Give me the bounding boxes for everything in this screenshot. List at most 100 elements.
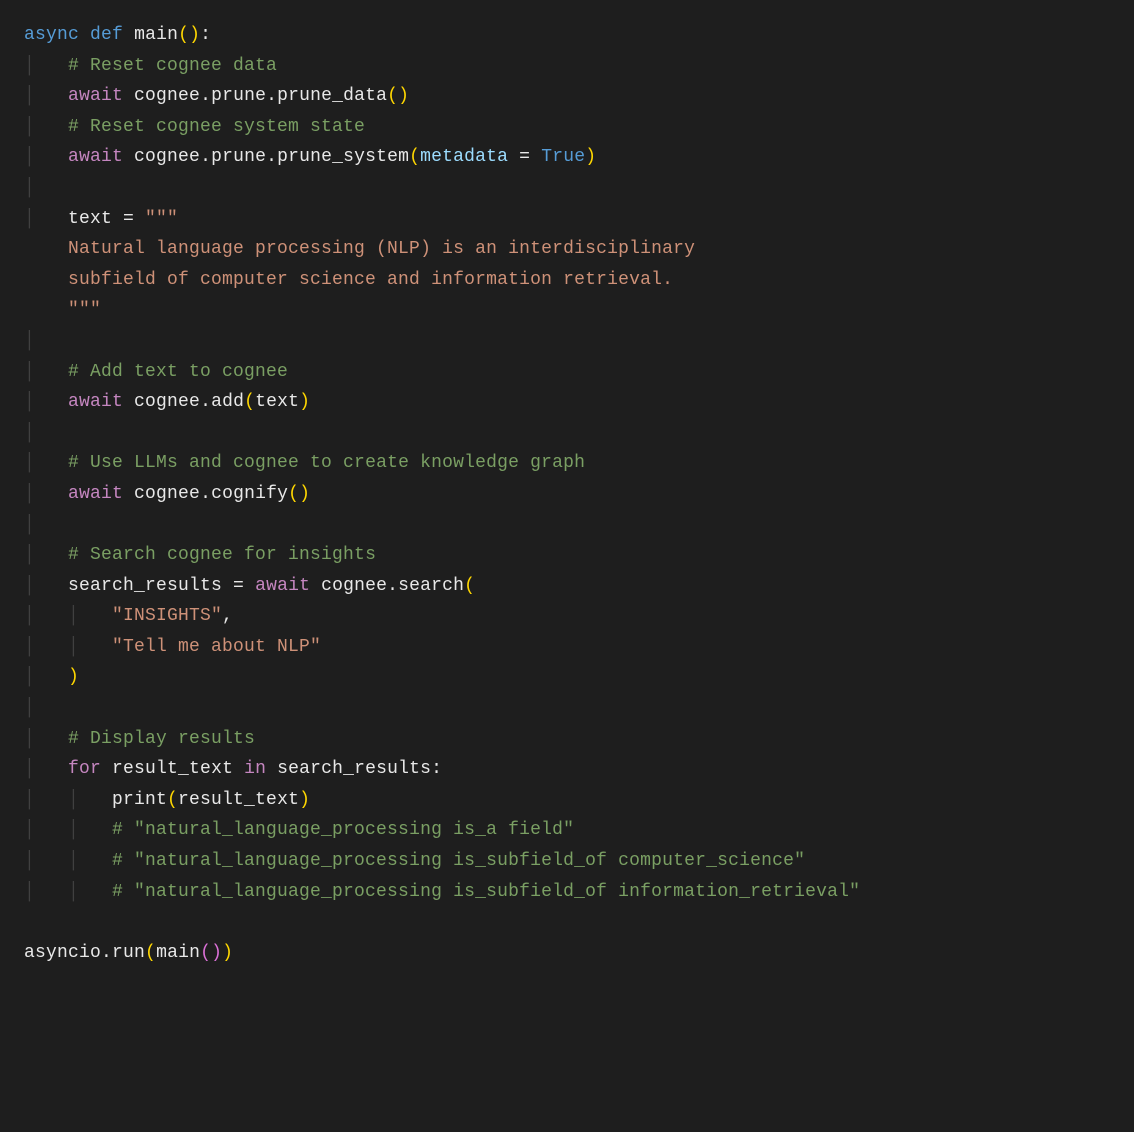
keyword-def: def: [90, 25, 123, 45]
code-line-24: │ # Display results: [24, 724, 1110, 755]
paren: (: [145, 943, 156, 963]
code-editor: async def main(): │ # Reset cognee data …: [24, 20, 1110, 968]
code-line-13: │ await cognee.add(text): [24, 387, 1110, 418]
comment: # Display results: [68, 729, 255, 749]
paren: ): [398, 86, 409, 106]
method: search: [398, 576, 464, 596]
code-line-19: │ search_results = await cognee.search(: [24, 571, 1110, 602]
keyword-await: await: [68, 484, 123, 504]
paren: ): [68, 667, 79, 687]
string: "Tell me about NLP": [112, 637, 321, 657]
variable: search_results: [68, 576, 222, 596]
comment: # Reset cognee data: [68, 56, 277, 76]
string-quotes: """: [145, 209, 178, 229]
equals: =: [112, 209, 145, 229]
code-line-2: │ # Reset cognee data: [24, 51, 1110, 82]
keyword-async: async: [24, 25, 79, 45]
code-line-5: │ await cognee.prune.prune_system(metada…: [24, 142, 1110, 173]
paren: (: [244, 392, 255, 412]
object: cognee: [134, 484, 200, 504]
iterable: search_results: [277, 759, 431, 779]
paren: ): [585, 147, 596, 167]
comma: ,: [222, 606, 233, 626]
comment: # "natural_language_processing is_subfie…: [112, 882, 860, 902]
code-line-18: │ # Search cognee for insights: [24, 540, 1110, 571]
keyword-await: await: [68, 147, 123, 167]
argument: result_text: [178, 790, 299, 810]
parameter: metadata: [420, 147, 508, 167]
code-line-22: │ ): [24, 662, 1110, 693]
variable: result_text: [112, 759, 233, 779]
comment: # "natural_language_processing is_a fiel…: [112, 820, 574, 840]
object: asyncio: [24, 943, 101, 963]
method: add: [211, 392, 244, 412]
string-content: Natural language processing (NLP) is an …: [24, 239, 695, 259]
method: cognify: [211, 484, 288, 504]
code-line-31: asyncio.run(main()): [24, 938, 1110, 969]
blank-line: │: [24, 510, 1110, 541]
keyword-for: for: [68, 759, 101, 779]
object: cognee: [134, 86, 200, 106]
code-line-28: │ │ # "natural_language_processing is_su…: [24, 846, 1110, 877]
blank-line: │: [24, 693, 1110, 724]
code-line-8: Natural language processing (NLP) is an …: [24, 234, 1110, 265]
keyword-in: in: [244, 759, 266, 779]
keyword-await: await: [68, 86, 123, 106]
paren: ): [299, 790, 310, 810]
paren-open: (: [178, 25, 189, 45]
code-line-7: │ text = """: [24, 204, 1110, 235]
paren: (: [288, 484, 299, 504]
code-line-21: │ │ "Tell me about NLP": [24, 632, 1110, 663]
method: run: [112, 943, 145, 963]
code-line-9: subfield of computer science and informa…: [24, 265, 1110, 296]
code-line-29: │ │ # "natural_language_processing is_su…: [24, 877, 1110, 908]
blank-line: [24, 907, 1110, 938]
keyword-await: await: [68, 392, 123, 412]
paren: (: [167, 790, 178, 810]
comment: # Add text to cognee: [68, 362, 288, 382]
paren: (: [409, 147, 420, 167]
blank-line: │: [24, 326, 1110, 357]
method: prune_system: [277, 147, 409, 167]
code-line-26: │ │ print(result_text): [24, 785, 1110, 816]
code-line-15: │ # Use LLMs and cognee to create knowle…: [24, 448, 1110, 479]
comment: # Reset cognee system state: [68, 117, 365, 137]
paren: ): [299, 392, 310, 412]
code-line-12: │ # Add text to cognee: [24, 357, 1110, 388]
argument: text: [255, 392, 299, 412]
function-name: main: [134, 25, 178, 45]
code-line-10: """: [24, 295, 1110, 326]
colon: :: [200, 25, 211, 45]
paren-close: ): [189, 25, 200, 45]
paren: ): [211, 943, 222, 963]
function-call: print: [112, 790, 167, 810]
variable: text: [68, 209, 112, 229]
code-line-20: │ │ "INSIGHTS",: [24, 601, 1110, 632]
blank-line: │: [24, 418, 1110, 449]
blank-line: │: [24, 173, 1110, 204]
object: cognee: [134, 392, 200, 412]
string-content: subfield of computer science and informa…: [24, 270, 673, 290]
comment: # "natural_language_processing is_subfie…: [112, 851, 805, 871]
code-line-4: │ # Reset cognee system state: [24, 112, 1110, 143]
method: prune: [211, 147, 266, 167]
code-line-25: │ for result_text in search_results:: [24, 754, 1110, 785]
string: "INSIGHTS": [112, 606, 222, 626]
string-quotes: """: [24, 300, 101, 320]
code-line-1: async def main():: [24, 20, 1110, 51]
equals: =: [508, 147, 541, 167]
code-line-3: │ await cognee.prune.prune_data(): [24, 81, 1110, 112]
object: cognee: [321, 576, 387, 596]
comment: # Search cognee for insights: [68, 545, 376, 565]
colon: :: [431, 759, 442, 779]
paren: (: [387, 86, 398, 106]
keyword-await: await: [255, 576, 310, 596]
method: prune: [211, 86, 266, 106]
keyword-true: True: [541, 147, 585, 167]
paren: ): [222, 943, 233, 963]
paren: ): [299, 484, 310, 504]
equals: =: [222, 576, 255, 596]
object: cognee: [134, 147, 200, 167]
comment: # Use LLMs and cognee to create knowledg…: [68, 453, 585, 473]
function-call: main: [156, 943, 200, 963]
